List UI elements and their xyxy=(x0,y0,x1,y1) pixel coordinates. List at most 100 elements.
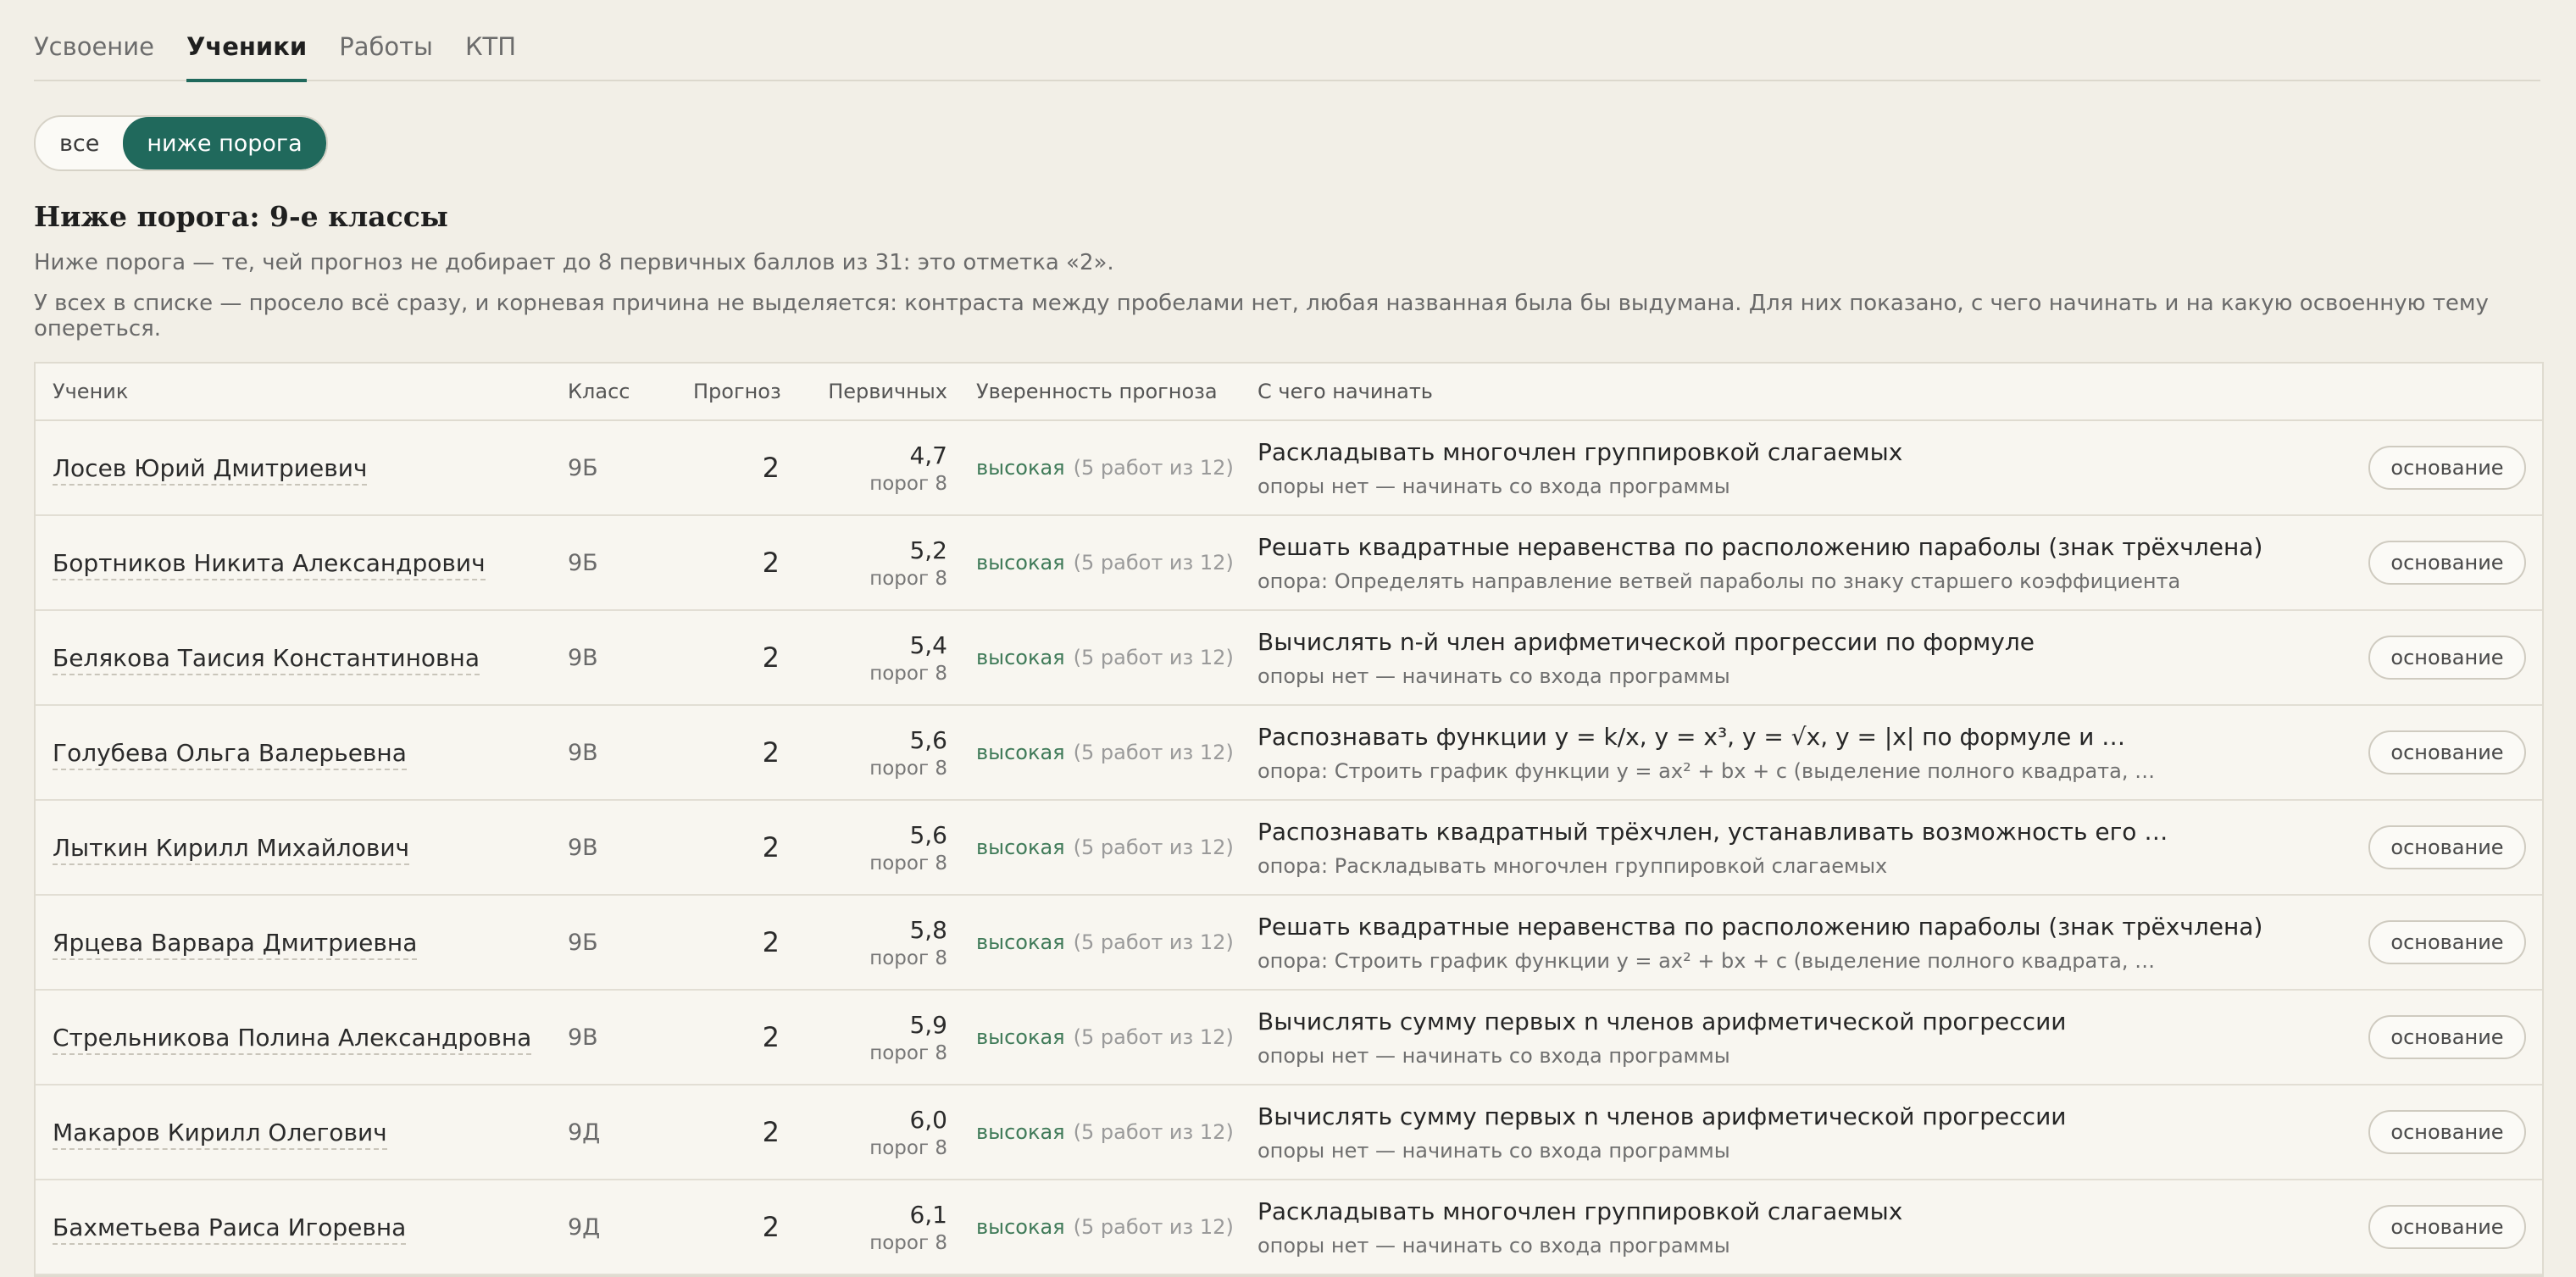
confidence-cell: высокая (5 работ из 12) xyxy=(969,1215,1257,1239)
confidence-level: высокая xyxy=(976,1215,1065,1239)
start-cell: Раскладывать многочлен группировкой слаг… xyxy=(1257,438,2352,498)
class-value: 9Д xyxy=(568,1213,601,1241)
forecast-cell: 2 xyxy=(693,641,803,674)
header-confidence: Уверенность прогноза xyxy=(976,380,1218,403)
support-topic: опоры нет — начинать со входа программы xyxy=(1257,1138,1730,1163)
basis-button[interactable]: основание xyxy=(2368,1015,2526,1059)
confidence-note: (5 работ из 12) xyxy=(1073,456,1234,480)
confidence-level: высокая xyxy=(976,1120,1065,1144)
support-topic: опоры нет — начинать со входа программы xyxy=(1257,474,1730,498)
action-cell: основание xyxy=(2352,636,2542,680)
filter-below-threshold-button[interactable]: ниже порога xyxy=(123,117,326,169)
confidence-cell: высокая (5 работ из 12) xyxy=(969,646,1257,669)
student-cell: Бахметьева Раиса Игоревна xyxy=(36,1213,568,1245)
forecast-cell: 2 xyxy=(693,736,803,769)
table-row: Белякова Таисия Константиновна 9В 2 5,4 поро… xyxy=(36,611,2542,706)
primary-value: 5,6 xyxy=(909,820,947,849)
primary-cell: 5,4 порог 8 xyxy=(803,631,969,685)
confidence-note: (5 работ из 12) xyxy=(1073,1025,1234,1049)
student-cell: Бортников Никита Александрович xyxy=(36,548,568,580)
description-threshold: Ниже порога — те, чей прогноз не добирае… xyxy=(34,250,1114,275)
primary-cell: 5,6 порог 8 xyxy=(803,821,969,874)
start-topic: Решать квадратные неравенства по располо… xyxy=(1257,912,2263,941)
forecast-cell: 2 xyxy=(693,1211,803,1243)
section-heading: Ниже порога: 9-е классы xyxy=(34,200,448,233)
confidence-level: высокая xyxy=(976,646,1065,669)
confidence-level: высокая xyxy=(976,456,1065,480)
class-value: 9В xyxy=(568,834,598,861)
class-value: 9В xyxy=(568,644,598,671)
class-cell: 9Б xyxy=(568,455,693,481)
class-value: 9Б xyxy=(568,549,598,576)
students-table: Ученик Класс Прогноз Первичных Увереннос… xyxy=(34,362,2544,1277)
primary-cell: 4,7 порог 8 xyxy=(803,441,969,495)
action-cell: основание xyxy=(2352,825,2542,869)
class-value: 9В xyxy=(568,1024,598,1051)
support-topic: опоры нет — начинать со входа программы xyxy=(1257,663,1730,688)
basis-button[interactable]: основание xyxy=(2368,446,2526,490)
basis-button[interactable]: основание xyxy=(2368,636,2526,680)
table-row: Лыткин Кирилл Михайлович 9В 2 5,6 порог 8 выс… xyxy=(36,801,2542,896)
action-cell: основание xyxy=(2352,541,2542,585)
action-cell: основание xyxy=(2352,730,2542,775)
basis-button[interactable]: основание xyxy=(2368,541,2526,585)
table-row: Лосев Юрий Дмитриевич 9Б 2 4,7 порог 8 высока… xyxy=(36,421,2542,516)
start-topic: Вычислять сумму первых n членов арифмети… xyxy=(1257,1007,2067,1035)
student-name-link[interactable]: Бортников Никита Александрович xyxy=(53,548,486,580)
student-name-link[interactable]: Стрельникова Полина Александровна xyxy=(53,1023,532,1055)
start-topic: Распознавать квадратный трёхчлен, устана… xyxy=(1257,817,2168,846)
support-topic: опоры нет — начинать со входа программы xyxy=(1257,1043,1730,1068)
header-class: Класс xyxy=(568,380,630,403)
confidence-note: (5 работ из 12) xyxy=(1073,646,1234,669)
primary-value: 5,2 xyxy=(909,536,947,564)
student-name-link[interactable]: Макаров Кирилл Олегович xyxy=(53,1118,387,1150)
support-topic: опора: Строить график функции y = ax² + … xyxy=(1257,758,2156,783)
class-value: 9Б xyxy=(568,454,598,481)
forecast-value: 2 xyxy=(762,641,780,674)
basis-button[interactable]: основание xyxy=(2368,920,2526,964)
action-cell: основание xyxy=(2352,446,2542,490)
confidence-level: высокая xyxy=(976,836,1065,859)
confidence-cell: высокая (5 работ из 12) xyxy=(969,930,1257,954)
forecast-value: 2 xyxy=(762,736,780,769)
tab-ktp[interactable]: КТП xyxy=(465,32,516,80)
primary-cell: 5,9 порог 8 xyxy=(803,1011,969,1064)
threshold-note: порог 8 xyxy=(869,472,947,495)
start-cell: Вычислять сумму первых n членов арифмети… xyxy=(1257,1102,2352,1163)
forecast-cell: 2 xyxy=(693,926,803,958)
class-value: 9В xyxy=(568,739,598,766)
primary-cell: 5,8 порог 8 xyxy=(803,916,969,969)
basis-button[interactable]: основание xyxy=(2368,1110,2526,1154)
forecast-cell: 2 xyxy=(693,547,803,579)
student-name-link[interactable]: Голубева Ольга Валерьевна xyxy=(53,738,407,770)
basis-button[interactable]: основание xyxy=(2368,1205,2526,1249)
threshold-note: порог 8 xyxy=(869,947,947,969)
threshold-note: порог 8 xyxy=(869,567,947,590)
tab-students[interactable]: Ученики xyxy=(186,32,308,82)
class-cell: 9Б xyxy=(568,930,693,956)
primary-cell: 5,2 порог 8 xyxy=(803,536,969,590)
student-name-link[interactable]: Бахметьева Раиса Игоревна xyxy=(53,1213,407,1245)
primary-cell: 6,0 порог 8 xyxy=(803,1106,969,1159)
class-cell: 9Б xyxy=(568,550,693,576)
confidence-level: высокая xyxy=(976,930,1065,954)
tab-works[interactable]: Работы xyxy=(339,32,433,80)
student-name-link[interactable]: Лыткин Кирилл Михайлович xyxy=(53,833,410,865)
header-forecast: Прогноз xyxy=(693,380,781,403)
start-topic: Раскладывать многочлен группировкой слаг… xyxy=(1257,437,1903,466)
class-cell: 9В xyxy=(568,645,693,671)
student-name-link[interactable]: Белякова Таисия Константиновна xyxy=(53,643,480,675)
tab-mastery[interactable]: Усвоение xyxy=(34,32,154,80)
confidence-cell: высокая (5 работ из 12) xyxy=(969,741,1257,764)
threshold-note: порог 8 xyxy=(869,1041,947,1064)
filter-all-button[interactable]: все xyxy=(36,117,123,169)
student-name-link[interactable]: Ярцева Варвара Дмитриевна xyxy=(53,928,418,960)
action-cell: основание xyxy=(2352,1205,2542,1249)
basis-button[interactable]: основание xyxy=(2368,730,2526,775)
confidence-cell: высокая (5 работ из 12) xyxy=(969,456,1257,480)
student-name-link[interactable]: Лосев Юрий Дмитриевич xyxy=(53,453,368,486)
start-cell: Распознавать функции y = k/x, y = x³, y … xyxy=(1257,723,2352,783)
student-cell: Голубева Ольга Валерьевна xyxy=(36,738,568,770)
basis-button[interactable]: основание xyxy=(2368,825,2526,869)
start-topic: Решать квадратные неравенства по располо… xyxy=(1257,532,2263,561)
